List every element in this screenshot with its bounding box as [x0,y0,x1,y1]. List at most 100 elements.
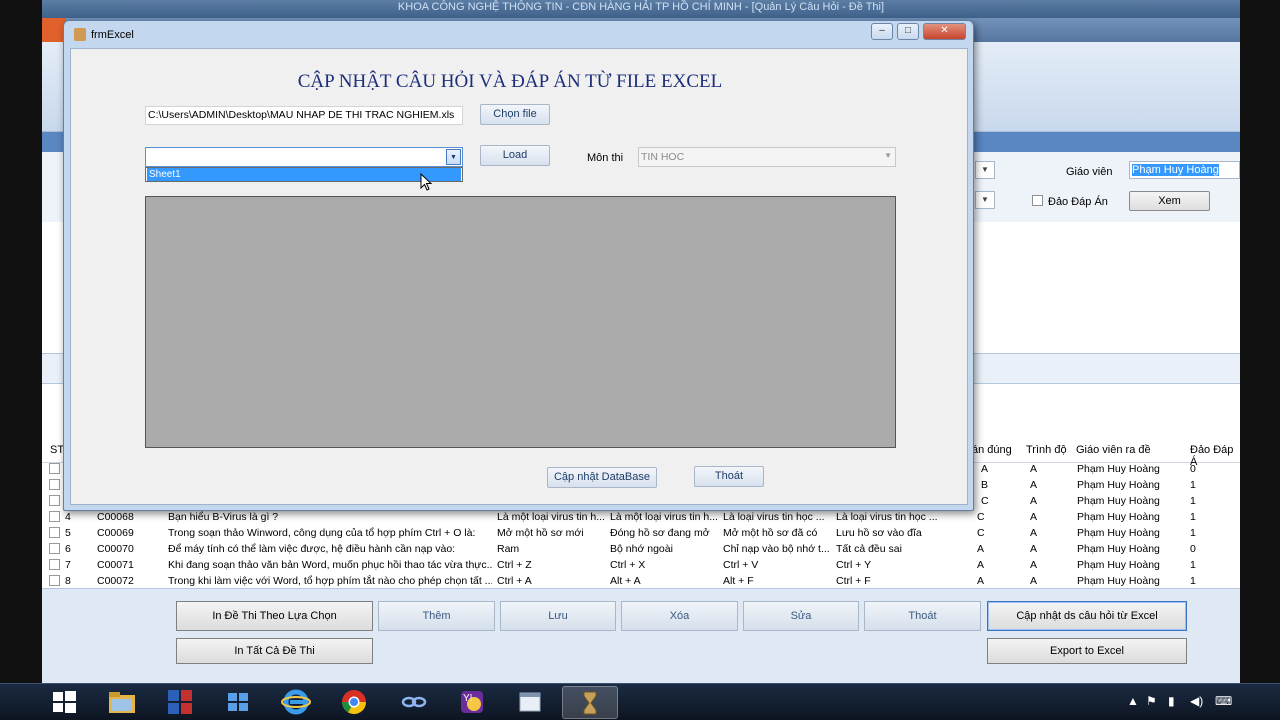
desktop-right-edge [1240,0,1280,683]
col-header-stt[interactable]: ST [50,444,64,456]
cell-level: A [1030,543,1038,555]
view-button[interactable]: Xem [1129,191,1210,211]
mouse-cursor-icon [420,173,433,191]
cell-answer-d: Ctrl + F [836,575,871,587]
minimize-icon[interactable]: – [871,23,893,40]
filter-combo-arrow-1[interactable]: ▼ [975,161,995,179]
col-header-teacher[interactable]: Giáo viên ra đề [1076,444,1151,456]
filter-combo-arrow-2[interactable]: ▼ [975,191,995,209]
main-window-title: KHOA CÔNG NGHỆ THÔNG TIN - CĐN HÀNG HẢI … [42,0,1240,18]
cell-stt: 5 [65,527,71,539]
cell-question: Khi đang soạn thảo văn bản Word, muốn ph… [168,559,492,571]
cell-teacher: Phạm Huy Hoàng [1077,575,1160,587]
windows-start-icon[interactable] [36,686,92,719]
excel-preview-grid[interactable] [145,196,896,448]
cell-answer-d: Là loại virus tin học ... [836,511,938,523]
screen: KHOA CÔNG NGHỆ THÔNG TIN - CĐN HÀNG HẢI … [0,0,1280,720]
yahoo-messenger-icon[interactable]: Y! [444,686,500,719]
chevron-down-icon: ▼ [884,151,892,160]
chrome-icon[interactable] [326,686,382,719]
cell-answer-c: Ctrl + V [723,559,759,571]
save-button[interactable]: Lưu [500,601,616,631]
table-row[interactable]: 7 C00071 Khi đang soạn thảo văn bản Word… [42,557,1240,573]
maximize-icon[interactable]: □ [897,23,919,40]
cell-correct: A [977,559,985,571]
update-from-excel-button[interactable]: Cập nhật ds câu hỏi từ Excel [987,601,1187,631]
cell-answer-c: Mở một hồ sơ đã có [723,527,818,539]
cell-answer-a: Là một loại virus tin h... [497,511,605,523]
print-selected-exam-button[interactable]: In Đề Thi Theo Lựa Chọn [176,601,373,631]
chevron-down-icon[interactable]: ▼ [446,149,461,165]
subject-label: Môn thi [587,152,624,164]
hourglass-app-icon[interactable] [562,686,618,719]
tray-expand-icon[interactable]: ▲ [1127,694,1139,708]
delete-button[interactable]: Xóa [621,601,738,631]
dialog-exit-button[interactable]: Thoát [694,466,764,487]
action-bar: In Đề Thi Theo Lựa Chọn Thêm Lưu Xóa Sửa… [42,588,1240,683]
cell-teacher: Phạm Huy Hoàng [1077,527,1160,539]
row-checkbox[interactable] [49,479,60,490]
cell-teacher: Phạm Huy Hoàng [1077,479,1160,491]
exit-button[interactable]: Thoát [864,601,981,631]
teacher-label: Giáo viên [1066,166,1113,178]
file-explorer-icon[interactable] [94,686,150,719]
file-path-input[interactable]: C:\Users\ADMIN\Desktop\MAU NHAP DE THI T… [145,106,463,125]
sheet-select[interactable]: ▼ [145,147,463,167]
dialog-title: frmExcel [91,29,134,41]
cell-shuffle: 1 [1190,575,1196,587]
shuffle-answers-label: Đảo Đáp Án [1048,196,1108,208]
update-database-button[interactable]: Cập nhật DataBase [547,467,657,488]
print-all-exams-button[interactable]: In Tất Cả Đề Thi [176,638,373,664]
add-button[interactable]: Thêm [378,601,495,631]
cell-level: A [1030,463,1038,475]
row-checkbox[interactable] [49,495,60,506]
cell-question: Trong khi làm việc với Word, tổ hợp phím… [168,575,492,587]
dialog-client-area: CẬP NHẬT CÂU HỎI VÀ ĐÁP ÁN TỪ FILE EXCEL… [70,48,968,505]
cell-shuffle: 0 [1190,463,1196,475]
shuffle-answers-checkbox[interactable] [1032,195,1043,206]
cell-stt: 4 [65,511,71,523]
teacher-input[interactable]: Phạm Huy Hoàng [1129,161,1240,179]
row-checkbox[interactable] [49,527,60,538]
action-center-icon[interactable]: ⚑ [1146,694,1157,708]
col-header-level[interactable]: Trình độ [1026,444,1067,456]
sheet-option[interactable]: Sheet1 [147,168,461,181]
row-checkbox[interactable] [49,575,60,586]
cell-answer-d: Tất cả đều sai [836,543,902,555]
unikey-icon[interactable] [152,686,208,719]
table-row[interactable]: 4 C00068 Bạn hiểu B-Virus là gì ? Là một… [42,509,1240,525]
cell-answer-c: Chỉ nạp vào bộ nhớ t... [723,543,830,555]
export-excel-button[interactable]: Export to Excel [987,638,1187,664]
cell-answer-a: Ram [497,543,520,555]
table-row[interactable]: 5 C00069 Trong soạn thảo Winword, công d… [42,525,1240,541]
table-row[interactable]: 6 C00070 Để máy tính có thể làm việc đượ… [42,541,1240,557]
table-row[interactable]: 8 C00072 Trong khi làm việc với Word, tổ… [42,573,1240,589]
close-icon[interactable]: ✕ [923,23,966,40]
keyboard-icon[interactable]: ⌨ [1215,694,1232,708]
app-window-icon[interactable] [502,686,558,719]
load-button[interactable]: Load [480,145,550,166]
cell-answer-d: Lưu hồ sơ vào đĩa [836,527,922,539]
row-checkbox[interactable] [49,543,60,554]
cell-id: C00070 [97,543,134,555]
cell-correct: C [977,511,985,523]
desktop-left-edge [0,0,42,683]
edit-button[interactable]: Sửa [743,601,859,631]
network-app-icon[interactable] [386,686,442,719]
svg-text:Y!: Y! [463,693,472,704]
row-checkbox[interactable] [49,511,60,522]
row-checkbox[interactable] [49,559,60,570]
volume-icon[interactable]: ◀) [1190,694,1203,708]
cell-shuffle: 1 [1190,511,1196,523]
cell-correct: A [977,543,985,555]
cell-answer-c: Là loại virus tin học ... [723,511,825,523]
cell-correct: B [981,479,989,491]
cell-correct: C [977,527,985,539]
windows-store-icon[interactable] [210,686,266,719]
internet-explorer-icon[interactable] [268,686,324,719]
power-icon[interactable]: ▮ [1168,694,1175,708]
choose-file-button[interactable]: Chọn file [480,104,550,125]
col-header-correct[interactable]: án đúng [972,444,1012,456]
cell-question: Để máy tính có thể làm việc được, hệ điề… [168,543,456,555]
row-checkbox[interactable] [49,463,60,474]
